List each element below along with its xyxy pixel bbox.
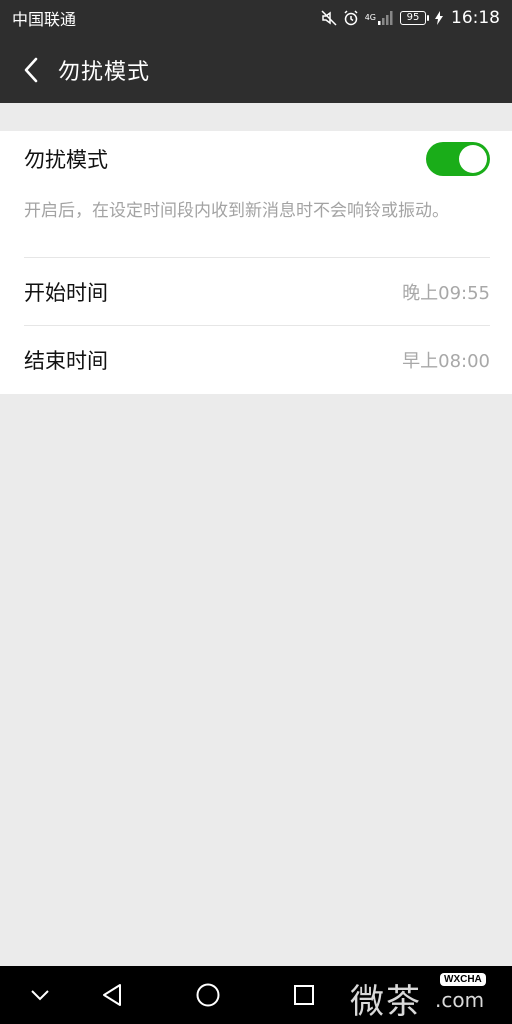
end-time-label: 结束时间 [24,349,108,373]
dnd-toggle[interactable] [426,142,490,176]
battery-icon: 95 [400,11,429,25]
dnd-label: 勿扰模式 [24,148,108,172]
dnd-description: 开启后，在设定时间段内收到新消息时不会响铃或振动。 [24,201,449,221]
end-time-value: 早上08:00 [402,351,490,372]
back-arrow-icon [24,57,38,82]
page-title: 勿扰模式 [58,59,151,85]
nav-recents-icon [294,985,314,1005]
start-time-value: 晚上09:55 [402,283,490,304]
watermark-logo: 微茶 [350,982,422,1022]
nav-back-icon [103,984,121,1006]
nav-recents-button[interactable] [284,966,324,1024]
nav-collapse-icon [31,990,49,1001]
clock-time: 16:18 [451,8,500,28]
mute-icon [321,10,337,26]
network-type: 4G [364,13,376,22]
nav-home-button[interactable] [188,966,228,1024]
nav-back-button[interactable] [92,966,132,1024]
status-bar: 中国联通 4G 95 16:18 [0,0,512,36]
nav-home-icon [196,983,220,1007]
settings-card: 勿扰模式 开启后，在设定时间段内收到新消息时不会响铃或振动。 开始时间 晚上09… [0,131,512,394]
charging-icon [435,11,443,25]
battery-level: 95 [406,12,420,23]
signal-icon: 4G [365,11,394,25]
nav-collapse-button[interactable] [22,966,58,1024]
system-nav-bar: 微茶 WXCHA .com [0,966,512,1024]
watermark-badge: WXCHA [440,973,486,986]
start-time-row[interactable]: 开始时间 晚上09:55 [0,258,512,326]
toggle-knob [459,145,487,173]
carrier-name: 中国联通 [12,10,77,29]
dnd-row: 勿扰模式 [0,131,512,187]
start-time-label: 开始时间 [24,281,108,305]
back-button[interactable] [14,50,48,90]
end-time-row[interactable]: 结束时间 早上08:00 [0,326,512,394]
alarm-icon [343,10,359,26]
header-bar: 勿扰模式 [0,36,512,103]
status-icons: 4G 95 16:18 [321,8,500,28]
watermark-domain: .com [435,988,485,1012]
